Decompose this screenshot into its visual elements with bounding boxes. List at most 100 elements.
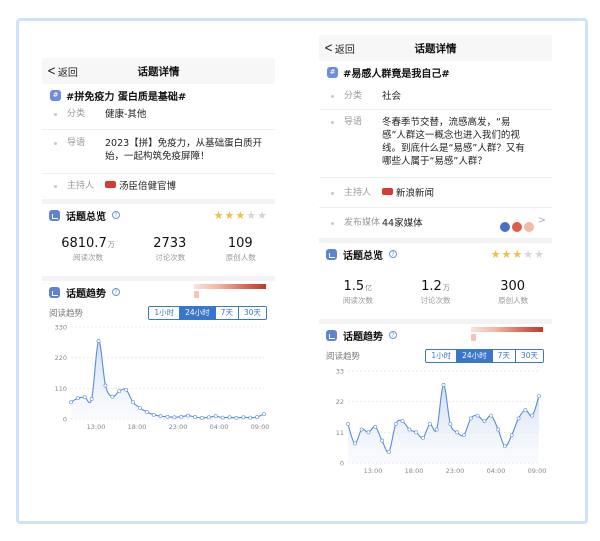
data-point[interactable] (489, 413, 494, 418)
data-point[interactable] (380, 438, 385, 443)
tab-range-1[interactable]: 24小时 (180, 307, 216, 319)
data-point[interactable] (241, 415, 246, 420)
data-point[interactable] (502, 444, 507, 449)
data-point[interactable] (103, 383, 108, 388)
info-value: 社会 (382, 90, 402, 102)
data-point[interactable] (427, 422, 432, 426)
data-point[interactable] (186, 413, 191, 418)
data-point[interactable] (537, 394, 541, 398)
help-icon[interactable]: ? (389, 250, 397, 258)
info-label: 主持人 (67, 181, 95, 191)
tab-range-3[interactable]: 30天 (238, 307, 266, 319)
data-point[interactable] (200, 415, 204, 420)
data-point[interactable] (530, 413, 535, 418)
stat-discussions: 2733 讨论次数 (153, 236, 187, 262)
star-filled-icon: ★ (235, 209, 246, 222)
data-point[interactable] (387, 449, 391, 454)
chart-icon (49, 209, 60, 221)
data-point[interactable] (96, 339, 101, 343)
data-point[interactable] (448, 422, 453, 426)
trend-title: 话题趋势 (66, 288, 106, 300)
data-point[interactable] (366, 430, 371, 435)
trend-header: 话题趋势 ? (319, 324, 552, 346)
data-point[interactable] (414, 430, 419, 435)
topic-icon: # (50, 89, 61, 101)
data-point[interactable] (158, 414, 163, 419)
data-point[interactable] (82, 395, 87, 400)
host-logo-icon (105, 180, 116, 188)
info-row-category: 分类 健康-其他 (42, 106, 275, 130)
data-point[interactable] (373, 424, 378, 429)
data-point[interactable] (262, 412, 266, 416)
help-icon[interactable]: ? (112, 288, 120, 296)
info-value: 44家媒体 (382, 217, 423, 229)
data-point[interactable] (523, 408, 528, 412)
data-point[interactable] (89, 397, 94, 401)
y-tick-label: 110 (55, 385, 67, 393)
data-point[interactable] (441, 383, 446, 387)
data-point[interactable] (359, 427, 364, 432)
data-point[interactable] (434, 427, 439, 432)
info-row-media[interactable]: 发布媒体 44家媒体 > (319, 208, 552, 238)
data-point[interactable] (193, 415, 197, 419)
data-point[interactable] (213, 414, 218, 419)
data-point[interactable] (172, 415, 177, 420)
data-point[interactable] (138, 405, 142, 410)
data-point[interactable] (516, 416, 521, 421)
info-row-host[interactable]: 主持人 新浪新闻 (319, 178, 552, 208)
tab-range-0[interactable]: 1小时 (149, 307, 181, 319)
data-point[interactable] (255, 415, 260, 419)
data-point[interactable] (234, 415, 239, 420)
data-point[interactable] (144, 410, 149, 414)
data-point[interactable] (75, 396, 80, 400)
data-point[interactable] (400, 419, 405, 424)
tab-range-2[interactable]: 7天 (492, 350, 516, 362)
x-tick-label: 23:00 (446, 467, 465, 475)
data-point[interactable] (131, 400, 135, 405)
stat-originators: 300 原创人数 (498, 279, 529, 305)
tab-range-0[interactable]: 1小时 (426, 350, 458, 362)
rating-stars: ★ ★ ★ ★ ★ (491, 249, 544, 260)
info-label: 发布媒体 (344, 218, 381, 228)
data-point[interactable] (151, 412, 156, 417)
data-point[interactable] (165, 414, 170, 419)
data-point[interactable] (455, 430, 460, 435)
data-point[interactable] (69, 400, 73, 405)
nav-bar: < 返回 话题详情 (42, 58, 275, 84)
data-point[interactable] (110, 394, 115, 399)
overview-header: 话题总览 ? ★ ★ ★ ★ ★ (319, 243, 552, 265)
data-point[interactable] (179, 414, 184, 419)
tab-range-3[interactable]: 30天 (515, 350, 543, 362)
tab-range-2[interactable]: 7天 (215, 307, 239, 319)
data-point[interactable] (468, 416, 473, 421)
star-empty-icon: ★ (534, 248, 544, 261)
data-point[interactable] (227, 415, 232, 420)
help-icon[interactable]: ? (112, 211, 120, 219)
data-point[interactable] (124, 387, 129, 392)
stat-reads: 6810.7万 阅读次数 (61, 236, 115, 262)
data-point[interactable] (407, 427, 412, 432)
data-point[interactable] (421, 436, 425, 440)
info-row-host[interactable]: 主持人 汤臣倍健官博 (42, 174, 275, 199)
data-point[interactable] (220, 415, 225, 420)
data-point[interactable] (248, 415, 253, 420)
data-point[interactable] (482, 419, 487, 424)
data-point[interactable] (462, 433, 466, 438)
back-button[interactable]: < 返回 (323, 35, 355, 61)
data-point[interactable] (117, 389, 122, 394)
data-point[interactable] (206, 415, 211, 420)
data-point[interactable] (346, 422, 350, 426)
back-button[interactable]: < 返回 (46, 58, 78, 84)
x-tick-label: 09:00 (251, 423, 270, 431)
media-avatar-icon (511, 221, 522, 232)
help-icon[interactable]: ? (389, 331, 397, 339)
data-point[interactable] (352, 441, 357, 446)
overview-stats: 1.5亿 阅读次数 1.2万 讨论次数 300 原创人数 (319, 265, 552, 319)
y-tick-label: 0 (340, 460, 344, 468)
data-point[interactable] (393, 422, 398, 426)
tab-range-1[interactable]: 24小时 (457, 350, 493, 362)
data-point[interactable] (509, 433, 514, 438)
data-point[interactable] (475, 413, 480, 418)
back-label: 返回 (334, 44, 355, 56)
data-point[interactable] (496, 427, 500, 432)
